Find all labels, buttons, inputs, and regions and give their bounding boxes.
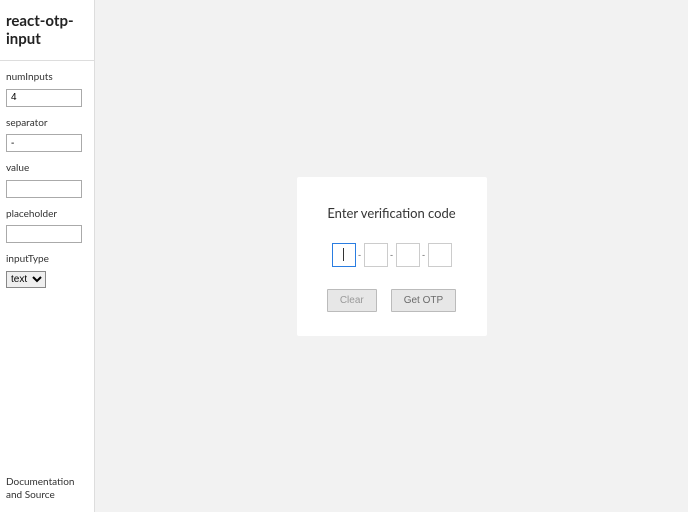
separator-label: separator [6,117,88,129]
otp-separator: - [356,249,364,260]
numinputs-input[interactable] [6,89,82,107]
get-otp-button[interactable]: Get OTP [391,289,456,312]
otp-separator: - [420,249,428,260]
sidebar-body: numInputs separator value placeholder in… [0,61,94,468]
clear-button[interactable]: Clear [327,289,377,312]
otp-input-3[interactable] [396,243,420,267]
otp-separator: - [388,249,396,260]
text-cursor [343,248,344,261]
field-value: value [6,162,88,198]
otp-card: Enter verification code - - - Clear Get … [297,177,487,336]
field-placeholder: placeholder [6,208,88,244]
inputtype-label: inputType [6,253,88,265]
otp-input-row: - - - [317,243,467,267]
field-numinputs: numInputs [6,71,88,107]
button-row: Clear Get OTP [317,289,467,312]
sidebar: react-otp-input numInputs separator valu… [0,0,95,512]
main-area: Enter verification code - - - Clear Get … [95,0,688,512]
numinputs-label: numInputs [6,71,88,83]
inputtype-select[interactable]: text [6,271,46,288]
otp-input-2[interactable] [364,243,388,267]
card-title: Enter verification code [317,205,467,221]
sidebar-title: react-otp-input [0,0,94,61]
documentation-link[interactable]: Documentation and Source [6,476,74,501]
app-container: react-otp-input numInputs separator valu… [0,0,688,512]
placeholder-input[interactable] [6,225,82,243]
otp-input-4[interactable] [428,243,452,267]
separator-input[interactable] [6,134,82,152]
field-separator: separator [6,117,88,153]
sidebar-footer: Documentation and Source [0,468,94,512]
value-label: value [6,162,88,174]
value-input[interactable] [6,180,82,198]
placeholder-label: placeholder [6,208,88,220]
field-inputtype: inputType text [6,253,88,288]
otp-input-1[interactable] [332,243,356,267]
